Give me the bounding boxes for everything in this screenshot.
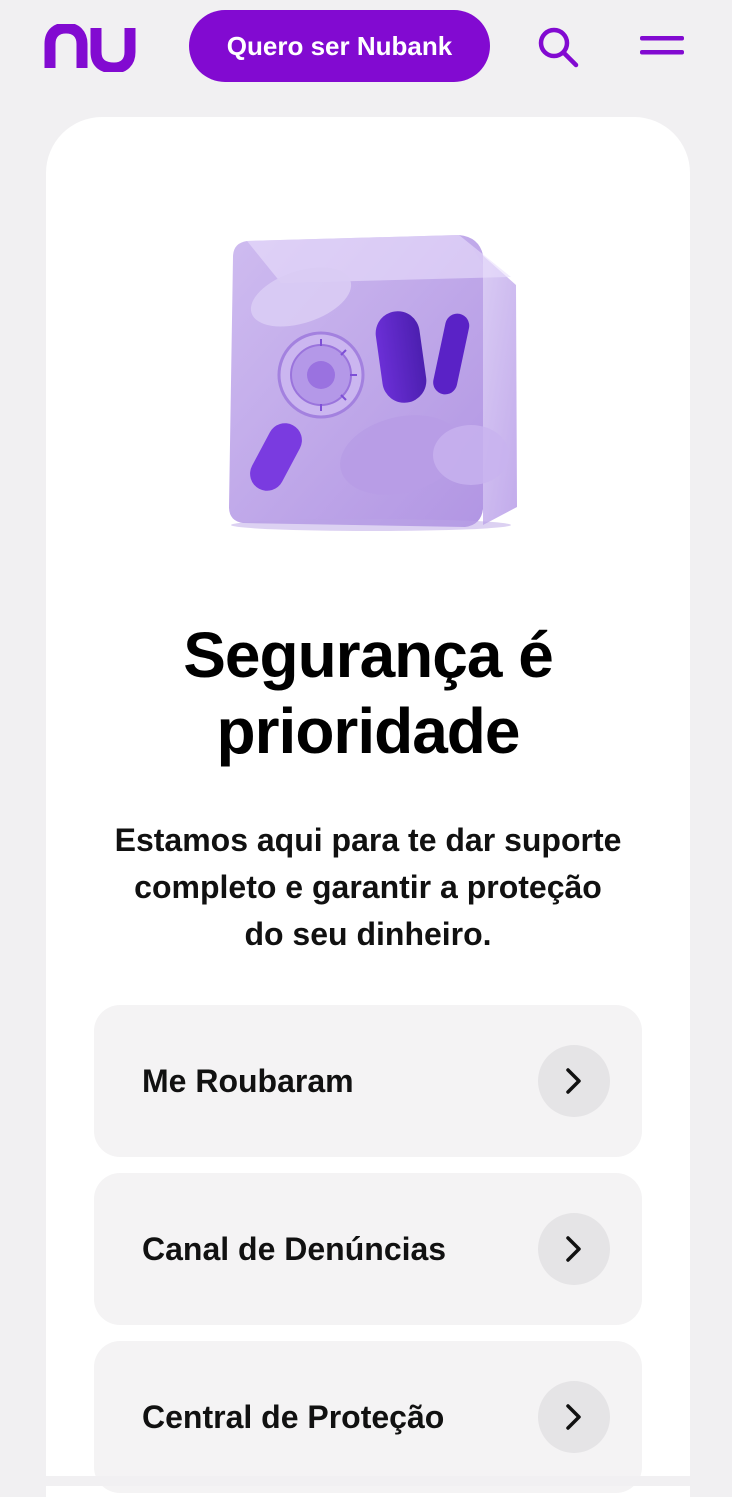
title-line-1: Segurança é — [183, 619, 554, 691]
link-central-de-protecao[interactable]: Central de Proteção — [94, 1341, 642, 1493]
description-line-2: completo e garantir a proteção — [134, 869, 602, 905]
chevron-right-icon[interactable] — [538, 1045, 610, 1117]
link-label: Me Roubaram — [142, 1063, 354, 1099]
page-description: Estamos aqui para te dar suporte complet… — [86, 817, 650, 958]
quero-ser-nubank-button[interactable]: Quero ser Nubank — [189, 10, 490, 82]
link-label: Central de Proteção — [142, 1399, 445, 1435]
hamburger-menu-icon[interactable] — [640, 34, 684, 58]
link-label: Canal de Denúncias — [142, 1231, 447, 1267]
link-me-roubaram[interactable]: Me Roubaram — [94, 1005, 642, 1157]
page-bottom-edge — [0, 1476, 732, 1486]
nu-logo-icon[interactable] — [44, 24, 136, 72]
link-canal-de-denuncias[interactable]: Canal de Denúncias — [94, 1173, 642, 1325]
safe-cube-illustration — [229, 235, 517, 531]
chevron-right-icon[interactable] — [538, 1381, 610, 1453]
top-nav-bar: Quero ser Nubank — [0, 0, 732, 96]
search-icon[interactable] — [537, 26, 579, 68]
description-line-3: do seu dinheiro. — [244, 916, 492, 952]
title-line-2: prioridade — [216, 695, 521, 767]
chevron-right-icon[interactable] — [538, 1213, 610, 1285]
security-card: Segurança é prioridade Estamos aqui para… — [46, 117, 690, 1497]
description-line-1: Estamos aqui para te dar suporte — [114, 822, 622, 858]
page-title: Segurança é prioridade — [46, 617, 690, 769]
